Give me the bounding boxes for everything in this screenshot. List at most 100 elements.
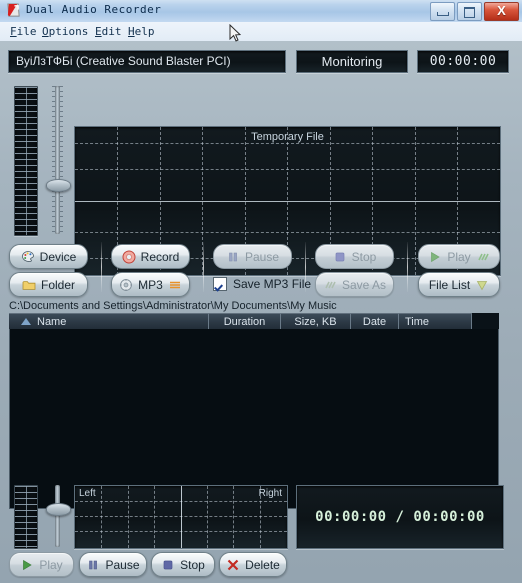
gear-icon <box>120 278 133 291</box>
separator-4 <box>407 242 408 292</box>
main-panel: ВуiЛзТФБi (Creative Sound Blaster PCI) M… <box>0 41 522 583</box>
close-icon: X <box>497 3 506 18</box>
save-as-button[interactable]: Save As <box>315 272 394 297</box>
separator-1 <box>101 242 102 292</box>
record-button[interactable]: Record <box>111 244 190 269</box>
play-stripes-icon <box>477 253 489 260</box>
menu-item-options[interactable]: Options <box>38 24 92 39</box>
input-gain-track[interactable] <box>55 86 60 234</box>
save-mp3-file-checkbox[interactable]: Save MP3 File <box>213 277 311 291</box>
column-header-time[interactable]: Time <box>399 313 472 329</box>
title-bar: Dual Audio Recorder X <box>0 0 522 23</box>
chevron-down-icon <box>476 280 488 290</box>
stop-button[interactable]: Stop <box>315 244 394 269</box>
scope-left-label: Left <box>79 488 96 499</box>
pause-button[interactable]: Pause <box>213 244 292 269</box>
mp3-button-label: MP3 <box>138 277 163 292</box>
mp3-button[interactable]: MP3 <box>111 272 190 297</box>
output-volume-knob[interactable] <box>46 503 71 516</box>
column-header-date-label: Date <box>362 315 387 328</box>
menu-item-edit[interactable]: Edit <box>91 24 126 39</box>
column-header-time-label: Time <box>405 315 430 328</box>
waveform-label: Temporary File <box>251 131 324 143</box>
save-as-icon <box>325 281 336 288</box>
separator-2 <box>203 242 204 292</box>
column-header-name[interactable]: Name <box>9 313 209 329</box>
menu-item-file[interactable]: File <box>6 24 41 39</box>
column-header-size[interactable]: Size, KB <box>281 313 351 329</box>
player-play-label: Play <box>39 557 63 572</box>
mouse-cursor <box>229 24 241 42</box>
maximize-button[interactable] <box>457 2 482 21</box>
record-timer-display: 00:00:00 <box>417 50 509 73</box>
playback-time-display: 00:00:00 / 00:00:00 <box>296 485 504 549</box>
save-as-button-label: Save As <box>341 277 387 292</box>
record-timer: 00:00:00 <box>429 54 497 69</box>
play-icon <box>23 559 33 570</box>
menu-bar: File Options Edit Help <box>0 22 522 42</box>
record-icon <box>122 250 136 263</box>
file-list[interactable]: Name Duration Size, KB Date Time <box>9 313 499 509</box>
window-controls: X <box>430 2 519 21</box>
output-volume-track[interactable] <box>55 485 60 547</box>
player-delete-label: Delete <box>245 557 280 572</box>
scope-right-label: Right <box>258 488 282 499</box>
folder-button[interactable]: Folder <box>9 272 88 297</box>
current-folder-path: C:\Documents and Settings\Administrator\… <box>9 300 337 312</box>
column-header-duration[interactable]: Duration <box>209 313 281 329</box>
input-gain-knob[interactable] <box>46 179 71 192</box>
record-button-label: Record <box>140 249 180 264</box>
play-button[interactable]: Play <box>418 244 500 269</box>
pause-icon <box>89 560 98 569</box>
save-mp3-file-label: Save MP3 File <box>233 277 312 291</box>
menu-item-help[interactable]: Help <box>124 24 159 39</box>
palette-icon <box>21 250 34 262</box>
delete-icon <box>227 559 239 570</box>
folder-button-label: Folder <box>40 277 75 292</box>
sort-ascending-icon <box>21 318 31 325</box>
file-list-button[interactable]: File List <box>418 272 500 297</box>
scope-center-line <box>181 486 182 548</box>
app-icon <box>7 3 20 17</box>
player-play-button[interactable]: Play <box>9 552 74 577</box>
dual-audio-recorder-window: Dual Audio Recorder X File Options Edit … <box>0 0 522 583</box>
maximize-icon <box>464 7 475 18</box>
playback-time: 00:00:00 / 00:00:00 <box>315 509 485 525</box>
pause-icon <box>229 252 237 261</box>
minimize-icon <box>437 12 449 16</box>
device-name: ВуiЛзТФБi (Creative Sound Blaster PCI) <box>16 54 231 68</box>
checkbox-checked-icon <box>213 277 227 291</box>
device-display[interactable]: ВуiЛзТФБi (Creative Sound Blaster PCI) <box>8 50 286 73</box>
file-list-button-label: File List <box>428 277 471 292</box>
column-header-date[interactable]: Date <box>351 313 399 329</box>
monitoring-display: Monitoring <box>296 50 408 73</box>
play-icon <box>431 251 441 262</box>
stop-icon <box>163 560 173 569</box>
input-level-meter <box>14 86 38 236</box>
column-header-name-label: Name <box>37 315 67 328</box>
close-button[interactable]: X <box>484 2 519 21</box>
stereo-scope-display: Left Right <box>74 485 288 549</box>
monitoring-status: Monitoring <box>321 54 383 69</box>
device-button[interactable]: Device <box>9 244 88 269</box>
column-header-filler <box>472 313 499 329</box>
pause-button-label: Pause <box>244 249 280 264</box>
column-header-size-label: Size, KB <box>294 315 337 328</box>
file-list-body[interactable] <box>9 329 499 509</box>
player-pause-button[interactable]: Pause <box>79 552 147 577</box>
device-button-label: Device <box>39 249 77 264</box>
minimize-button[interactable] <box>430 2 455 21</box>
stop-button-label: Stop <box>351 249 377 264</box>
column-header-duration-label: Duration <box>223 315 266 328</box>
file-list-header: Name Duration Size, KB Date Time <box>9 313 499 329</box>
player-stop-label: Stop <box>180 557 205 572</box>
play-button-label: Play <box>447 249 471 264</box>
stop-icon <box>335 252 345 261</box>
player-delete-button[interactable]: Delete <box>219 552 287 577</box>
window-title: Dual Audio Recorder <box>26 3 162 16</box>
player-stop-button[interactable]: Stop <box>151 552 215 577</box>
output-level-meter <box>14 485 38 549</box>
mp3-lines-icon <box>169 281 180 288</box>
player-pause-label: Pause <box>105 557 140 572</box>
folder-icon <box>22 280 36 290</box>
